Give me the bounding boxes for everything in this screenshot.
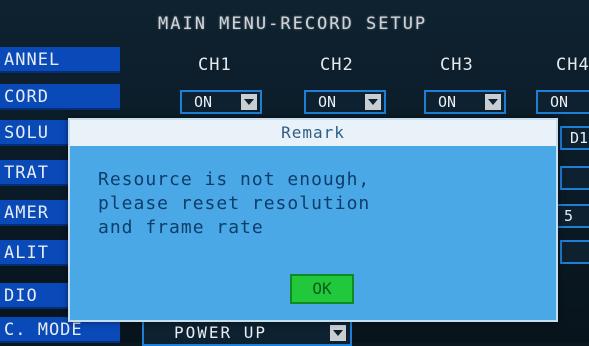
- frame-rate-ch4-cell[interactable]: [560, 166, 589, 190]
- channel-header-ch3: CH3: [440, 55, 474, 75]
- record-ch4-dropdown[interactable]: ON: [536, 90, 589, 114]
- resolution-ch4-cell[interactable]: D1: [560, 126, 589, 150]
- menu-title: MAIN MENU-RECORD SETUP: [158, 14, 428, 34]
- dialog-title: Remark: [70, 120, 556, 146]
- record-ch3-value: ON: [438, 93, 457, 111]
- record-ch1-dropdown[interactable]: ON: [180, 90, 262, 114]
- chevron-down-icon: [330, 325, 346, 341]
- dialog-message: Resource is not enough, please reset res…: [98, 168, 518, 240]
- channel-header-ch4: CH4: [556, 55, 589, 75]
- record-ch4-value: ON: [550, 93, 569, 111]
- channel-header-ch2: CH2: [320, 55, 354, 75]
- record-ch1-value: ON: [194, 93, 213, 111]
- dvr-screen: MAIN MENU-RECORD SETUP ANNEL CORD SOLU T…: [0, 0, 589, 346]
- camera-ch4-value: 5: [564, 207, 574, 225]
- record-ch2-value: ON: [318, 93, 337, 111]
- dialog-message-line: Resource is not enough,: [98, 169, 371, 190]
- dialog-message-line: please reset resolution: [98, 193, 371, 214]
- record-ch3-dropdown[interactable]: ON: [424, 90, 506, 114]
- rec-mode-dropdown[interactable]: POWER UP: [142, 320, 352, 346]
- quality-ch4-cell[interactable]: [560, 240, 589, 264]
- chevron-down-icon: [241, 94, 257, 110]
- camera-ch4-cell[interactable]: 5: [556, 204, 589, 228]
- ok-button[interactable]: OK: [290, 274, 354, 304]
- row-label-record[interactable]: CORD: [0, 84, 120, 110]
- resolution-ch4-value: D1: [570, 129, 589, 147]
- dialog-message-line: and frame rate: [98, 217, 264, 238]
- row-label-channel[interactable]: ANNEL: [0, 47, 120, 73]
- record-ch2-dropdown[interactable]: ON: [304, 90, 386, 114]
- remark-dialog: Remark Resource is not enough, please re…: [68, 118, 558, 322]
- channel-header-ch1: CH1: [198, 55, 232, 75]
- rec-mode-value: POWER UP: [174, 323, 268, 342]
- chevron-down-icon: [485, 94, 501, 110]
- chevron-down-icon: [365, 94, 381, 110]
